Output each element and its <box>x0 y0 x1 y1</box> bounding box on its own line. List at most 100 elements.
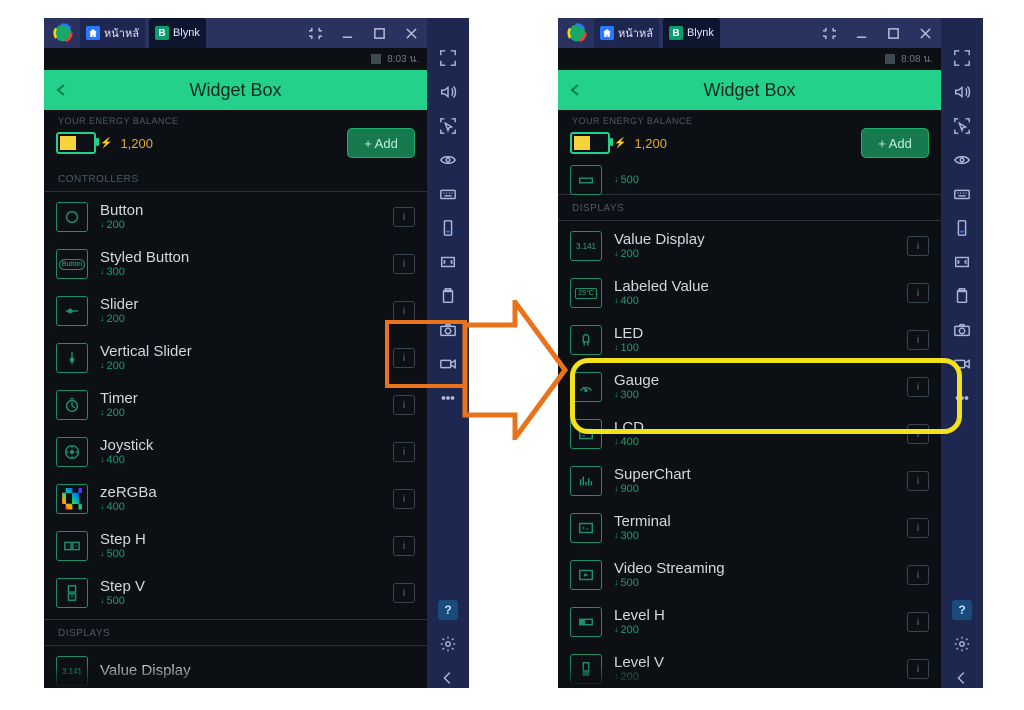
widget-info-button[interactable]: i <box>907 236 929 256</box>
tab-blynk[interactable]: BBlynk <box>663 18 720 48</box>
widget-item-button[interactable]: Button200i <box>44 194 427 240</box>
widget-name: Button <box>100 203 143 220</box>
widget-info-button[interactable]: i <box>907 330 929 350</box>
labeled-icon: 25°C <box>570 278 602 308</box>
keyboard-icon[interactable] <box>438 184 458 204</box>
slider-v-icon <box>56 343 88 373</box>
eye-icon[interactable] <box>438 150 458 170</box>
widget-item-terminal[interactable]: Terminal300i <box>558 505 941 551</box>
minimize-button[interactable] <box>845 18 877 48</box>
tab-home[interactable]: หน้าหลั <box>80 18 145 48</box>
volume-icon[interactable] <box>438 82 458 102</box>
resize-icon[interactable] <box>952 252 972 272</box>
zergba-icon: ▞▚▞▚▞▚ <box>56 484 88 514</box>
widget-item-partial[interactable]: 500 <box>558 168 941 192</box>
widget-cost: 500 <box>614 174 639 186</box>
widget-item-styled-button[interactable]: ButtonStyled Button300i <box>44 241 427 287</box>
widget-cost: 200 <box>100 407 138 419</box>
widget-item-video-streaming[interactable]: Video Streaming500i <box>558 552 941 598</box>
widget-info-button[interactable]: i <box>907 471 929 491</box>
widget-item-labeled-value[interactable]: 25°CLabeled Value400i <box>558 270 941 316</box>
widget-info-button[interactable]: i <box>907 283 929 303</box>
tab-blynk[interactable]: BBlynk <box>149 18 206 48</box>
close-button[interactable] <box>909 18 941 48</box>
minimize-button[interactable] <box>331 18 363 48</box>
device-icon[interactable] <box>438 218 458 238</box>
widget-info-button[interactable]: i <box>393 207 415 227</box>
add-energy-button[interactable]: + Add <box>347 128 415 158</box>
widget-info-button[interactable]: i <box>907 518 929 538</box>
widget-info-button[interactable]: i <box>393 583 415 603</box>
eye-icon[interactable] <box>952 150 972 170</box>
tab-home[interactable]: หน้าหลั <box>594 18 659 48</box>
emulator-titlebar: หน้าหลั BBlynk <box>44 18 427 48</box>
joystick-icon <box>56 437 88 467</box>
back-icon[interactable] <box>438 668 458 688</box>
blynk-badge-icon: B <box>669 26 683 40</box>
widget-item-led[interactable]: LED100i <box>558 317 941 363</box>
pointer-lock-icon[interactable] <box>438 116 458 136</box>
android-statusbar: 8:03 น. <box>44 48 427 70</box>
energy-value: 1,200 <box>120 136 153 151</box>
widget-item-joystick[interactable]: Joystick400i <box>44 429 427 475</box>
bolt-icon: ⚡ <box>100 138 112 149</box>
app-header: Widget Box <box>44 70 427 110</box>
circle-icon <box>56 202 88 232</box>
widget-item-slider[interactable]: Slider200i <box>44 288 427 334</box>
bluestacks-logo-icon <box>50 18 76 48</box>
device-icon[interactable] <box>952 218 972 238</box>
widget-info-button[interactable]: i <box>907 659 929 679</box>
header-title: Widget Box <box>189 80 281 101</box>
widget-item-zergba[interactable]: ▞▚▞▚▞▚zeRGBa400i <box>44 476 427 522</box>
widget-cost: 500 <box>100 595 145 607</box>
energy-row: YOUR ENERGY BALANCE ⚡ 1,200 + Add <box>44 110 427 168</box>
maximize-button[interactable] <box>363 18 395 48</box>
widget-item-step-v[interactable]: Step V500i <box>44 570 427 616</box>
status-time: 8:08 น. <box>901 52 933 67</box>
volume-icon[interactable] <box>952 82 972 102</box>
settings-icon[interactable] <box>952 634 972 654</box>
help-button[interactable]: ? <box>438 600 458 620</box>
widget-item-vertical-slider[interactable]: Vertical Slider200i <box>44 335 427 381</box>
pointer-lock-icon[interactable] <box>952 116 972 136</box>
widget-item-step-h[interactable]: Step H500i <box>44 523 427 569</box>
widget-info-button[interactable]: i <box>393 301 415 321</box>
widget-name: Timer <box>100 391 138 408</box>
widget-info-button[interactable]: i <box>393 536 415 556</box>
widget-info-button[interactable]: i <box>393 395 415 415</box>
widget-name: Styled Button <box>100 250 189 267</box>
widget-info-button[interactable]: i <box>907 565 929 585</box>
keyboard-icon[interactable] <box>952 184 972 204</box>
maximize-button[interactable] <box>877 18 909 48</box>
widget-item-level-h[interactable]: Level H200i <box>558 599 941 645</box>
widget-info-button[interactable]: i <box>393 254 415 274</box>
more-icon[interactable] <box>438 388 458 408</box>
fullscreen-icon[interactable] <box>438 48 458 68</box>
exit-fullscreen-icon[interactable] <box>813 18 845 48</box>
resize-icon[interactable] <box>438 252 458 272</box>
android-statusbar: 8:08 น. <box>558 48 941 70</box>
emulator-sidebar: ? <box>941 18 983 688</box>
exit-fullscreen-icon[interactable] <box>299 18 331 48</box>
widget-item-value-display[interactable]: 3.141Value Display200i <box>558 223 941 269</box>
widget-info-button[interactable]: i <box>393 442 415 462</box>
add-energy-button[interactable]: + Add <box>861 128 929 158</box>
widget-info-button[interactable]: i <box>393 489 415 509</box>
widget-name: Step H <box>100 532 146 549</box>
widget-item-superchart[interactable]: SuperChart900i <box>558 458 941 504</box>
led-icon <box>570 325 602 355</box>
fullscreen-icon[interactable] <box>952 48 972 68</box>
timer-icon <box>56 390 88 420</box>
clipboard-icon[interactable] <box>438 286 458 306</box>
widget-cost: 400 <box>614 295 709 307</box>
camera-icon[interactable] <box>952 320 972 340</box>
clipboard-icon[interactable] <box>952 286 972 306</box>
help-button[interactable]: ? <box>952 600 972 620</box>
settings-icon[interactable] <box>438 634 458 654</box>
close-button[interactable] <box>395 18 427 48</box>
header-back-button[interactable] <box>568 70 582 110</box>
widget-item-timer[interactable]: Timer200 i <box>44 382 427 428</box>
back-icon[interactable] <box>952 668 972 688</box>
header-back-button[interactable] <box>54 70 68 110</box>
widget-info-button[interactable]: i <box>907 612 929 632</box>
